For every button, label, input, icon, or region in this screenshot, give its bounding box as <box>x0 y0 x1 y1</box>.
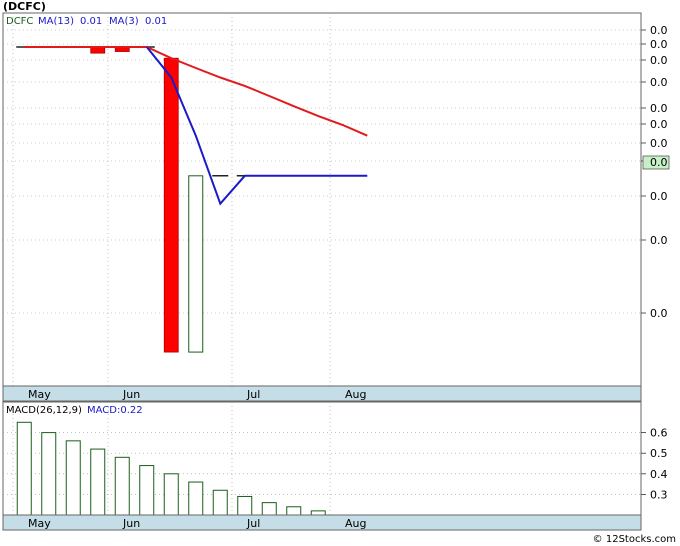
macd-x-tick-label: May <box>28 517 51 530</box>
macd-x-tick-label: Aug <box>345 517 366 530</box>
current-price-label: 0.0 <box>650 156 668 169</box>
macd-bar <box>16 421 32 516</box>
macd-bar <box>139 465 155 516</box>
macd-bar <box>261 502 277 516</box>
price-y-tick-label: 0.0 <box>650 307 668 320</box>
price-y-tick-label: 0.0 <box>650 24 668 37</box>
price-y-tick-label: 0.0 <box>650 234 668 247</box>
price-y-tick-label: 0.0 <box>650 54 668 67</box>
legend-ma3-value: 0.01 <box>145 16 167 27</box>
macd-y-tick-label: 0.6 <box>650 427 668 440</box>
price-x-tick-label: Jun <box>122 388 140 401</box>
price-x-tick-label: Jul <box>246 388 260 401</box>
macd-y-tick-label: 0.5 <box>650 447 668 460</box>
macd-y-tick-label: 0.4 <box>650 468 668 481</box>
price-y-axis: 0.00.00.00.00.00.00.00.00.00.00.0 <box>641 24 668 320</box>
price-y-tick-label: 0.0 <box>650 137 668 150</box>
price-panel <box>2 12 642 402</box>
macd-bar <box>90 448 106 516</box>
price-y-tick-label: 0.0 <box>650 38 668 51</box>
price-y-tick-label: 0.0 <box>650 76 668 89</box>
legend-ma3-label: MA(3) <box>109 16 139 27</box>
price-y-tick-label: 0.0 <box>650 190 668 203</box>
copyright-notice: © 12Stocks.com <box>592 534 676 545</box>
macd-legend-value: MACD:0.22 <box>87 405 143 416</box>
legend-ma13-value: 0.01 <box>80 16 102 27</box>
macd-bar <box>310 510 326 516</box>
macd-bar <box>188 481 204 516</box>
macd-bar <box>41 432 57 516</box>
price-x-tick-label: Aug <box>345 388 366 401</box>
price-y-tick-label: 0.0 <box>650 118 668 131</box>
macd-bar <box>237 495 253 516</box>
price-candle-down <box>163 57 179 353</box>
macd-bar <box>114 456 130 516</box>
legend-symbol: DCFC <box>6 16 33 27</box>
price-y-tick-label: 0.0 <box>650 102 668 115</box>
macd-x-tick-label: Jun <box>122 517 140 530</box>
price-candle-up <box>188 175 204 353</box>
macd-y-tick-label: 0.3 <box>650 488 668 501</box>
macd-x-tick-label: Jul <box>246 517 260 530</box>
macd-bar <box>286 506 302 516</box>
macd-bar <box>212 489 228 516</box>
macd-bar <box>65 440 81 516</box>
legend-ma13-label: MA(13) <box>38 16 74 27</box>
price-date-band <box>2 385 642 402</box>
chart-canvas: 0.00.00.00.00.00.00.00.00.00.00.0 MayJun… <box>2 12 670 531</box>
macd-bar <box>163 473 179 516</box>
macd-legend-label: MACD(26,12,9) <box>6 405 82 416</box>
macd-y-axis: 0.3 0.4 0.5 0.6 <box>641 427 668 501</box>
macd-date-band <box>2 514 642 531</box>
price-x-tick-label: May <box>28 388 51 401</box>
